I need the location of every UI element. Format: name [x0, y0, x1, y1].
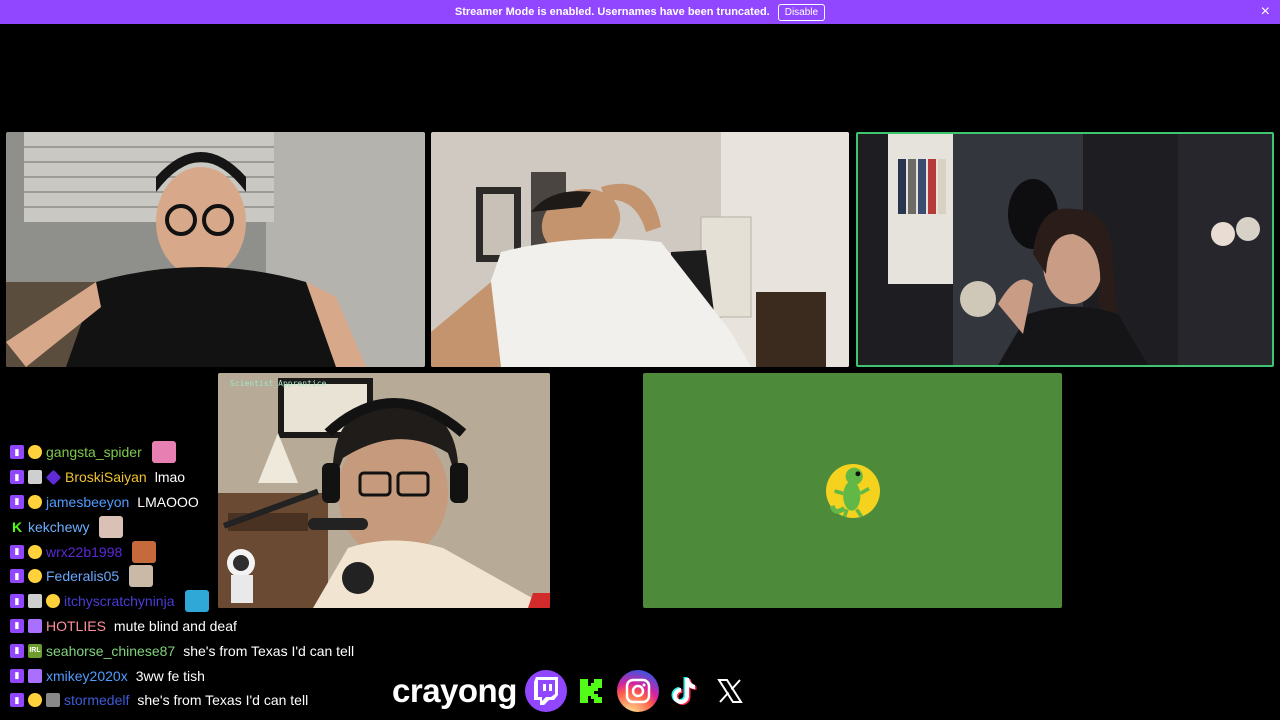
disable-streamer-mode-button[interactable]: Disable	[777, 3, 826, 21]
video-tile-5-avatar[interactable]	[643, 373, 1062, 608]
chat-emote	[132, 540, 157, 563]
twitch-badge-icon: ▮	[10, 569, 24, 584]
footer-brand: crayong	[392, 668, 755, 714]
gift-badge-icon	[28, 668, 42, 683]
avatar	[826, 464, 880, 518]
instagram-icon	[616, 670, 659, 712]
emoji-badge-icon	[28, 544, 42, 559]
chat-message: ▮ IRL seahorse_chinese87 she's from Texas I…	[10, 638, 390, 663]
chat-message: ▮ itchyscratchyninja	[10, 589, 390, 614]
chat-message-text: LMAOOO	[137, 493, 199, 510]
chat-username[interactable]: stormedelf	[64, 692, 129, 708]
twitch-badge-icon: ▮	[10, 445, 24, 460]
kick-badge-icon: K	[11, 518, 23, 535]
chat-message-text: lmao	[154, 469, 186, 486]
chat-message-text: 3ww fe tish	[135, 667, 205, 684]
chat-emote	[184, 590, 209, 613]
emoji-badge-icon	[28, 693, 42, 708]
twitch-icon	[524, 670, 567, 712]
chat-message: ▮ jamesbeeyon LMAOOO	[10, 490, 390, 515]
tile-watermark-text: Scientist_Apprentice	[230, 379, 327, 388]
chat-message-text: she's from Texas I'd can tell	[137, 692, 309, 709]
twitch-badge-icon: ▮	[10, 618, 24, 633]
chat-emote	[99, 515, 124, 538]
video-tile-3-speaking[interactable]	[856, 132, 1274, 367]
brand-name: crayong	[392, 672, 517, 709]
irl-badge-icon: IRL	[28, 643, 42, 658]
twitch-badge-icon: ▮	[10, 668, 24, 683]
emoji-badge-icon	[28, 569, 42, 584]
chat-username[interactable]: kekchewy	[28, 519, 89, 535]
video-tile-2[interactable]	[431, 132, 849, 367]
subscriber-badge-icon	[28, 594, 42, 609]
chat-emote	[129, 565, 154, 588]
chat-message: ▮ xmikey2020x 3ww fe tish	[10, 663, 390, 688]
gecko-icon	[829, 467, 870, 518]
chat-username[interactable]: gangsta_spider	[46, 444, 142, 460]
participant-video-1	[6, 132, 425, 367]
chat-message: ▮ gangsta_spider	[10, 440, 390, 465]
twitch-badge-icon: ▮	[10, 470, 24, 485]
twitch-badge-icon: ▮	[10, 494, 24, 509]
emoji-badge-icon	[46, 594, 60, 609]
video-tile-1[interactable]	[6, 132, 425, 367]
chat-message: ▮ stormedelf she's from Texas I'd can tell	[10, 688, 390, 713]
gift-badge-icon	[28, 618, 42, 633]
chat-username[interactable]: Federalis05	[46, 568, 119, 584]
x-icon	[709, 670, 751, 712]
chat-message: ▮ HOTLIES mute blind and deaf	[10, 614, 390, 639]
participant-video-2	[431, 132, 849, 367]
close-icon[interactable]: ×	[1261, 3, 1270, 21]
streamer-mode-text: Streamer Mode is enabled. Usernames have…	[454, 6, 770, 18]
chat-message-text: she's from Texas I'd can tell	[183, 642, 355, 659]
twitch-badge-icon: ▮	[10, 693, 24, 708]
participant-video-3	[858, 134, 1272, 365]
chat-username[interactable]: jamesbeeyon	[46, 494, 129, 510]
chat-message: Kkekchewy	[10, 514, 390, 539]
chat-emote	[151, 441, 176, 464]
chat-username[interactable]: itchyscratchyninja	[64, 593, 175, 609]
twitch-badge-icon: ▮	[10, 594, 24, 609]
emoji-badge-icon	[28, 494, 42, 509]
chat-username[interactable]: seahorse_chinese87	[46, 643, 175, 659]
twitch-badge-icon: ▮	[10, 544, 24, 559]
chat-username[interactable]: wrx22b1998	[46, 544, 122, 560]
mute-badge-icon	[46, 693, 60, 708]
prime-badge-icon	[45, 469, 62, 485]
chat-message: ▮ wrx22b1998	[10, 539, 390, 564]
twitch-badge-icon: ▮	[10, 643, 24, 658]
streamer-mode-banner: Streamer Mode is enabled. Usernames have…	[0, 0, 1280, 24]
emoji-badge-icon	[28, 445, 42, 460]
chat-overlay: ▮ gangsta_spider ▮ BroskiSaiyan lmao ▮ jamesbe…	[10, 440, 390, 713]
chat-username[interactable]: BroskiSaiyan	[65, 469, 147, 485]
chat-username[interactable]: xmikey2020x	[46, 668, 128, 684]
chat-username[interactable]: HOTLIES	[46, 618, 106, 634]
chat-message-text: mute blind and deaf	[113, 617, 237, 634]
tiktok-icon	[663, 670, 705, 712]
chat-message: ▮ BroskiSaiyan lmao	[10, 465, 390, 490]
kick-icon	[571, 670, 613, 712]
subscriber-badge-icon	[28, 470, 42, 485]
chat-message: ▮ Federalis05	[10, 564, 390, 589]
